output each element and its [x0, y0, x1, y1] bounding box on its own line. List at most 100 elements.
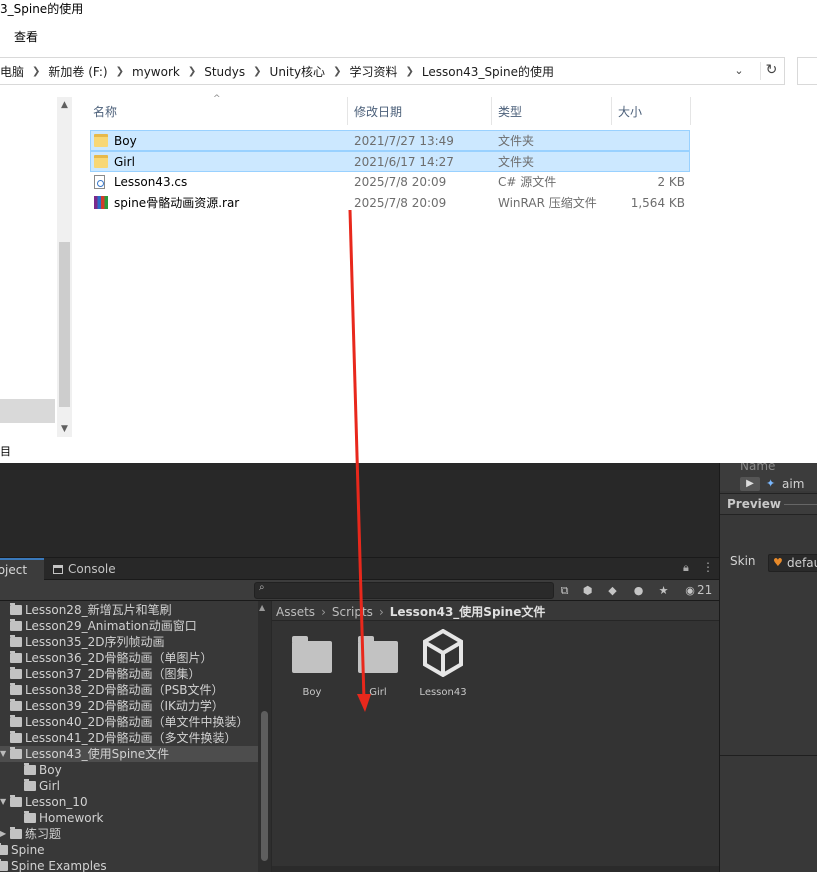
scroll-down-icon[interactable]: ▼ [57, 424, 72, 434]
tree-item[interactable]: Spine Examples [0, 858, 258, 872]
breadcrumb-assets[interactable]: Assets [276, 605, 315, 619]
tree-scrollbar[interactable]: ▲ [258, 601, 271, 872]
tree-item[interactable]: Boy [0, 762, 258, 778]
create-icon[interactable]: ⧉ [556, 582, 573, 599]
tree-item-label: Lesson43_使用Spine文件 [25, 747, 170, 761]
search-box[interactable] [797, 57, 817, 85]
tree-item[interactable]: Lesson41_2D骨骼动画（多文件换装） [0, 730, 258, 746]
scroll-up-icon[interactable]: ▲ [259, 603, 265, 612]
folder-icon [94, 155, 108, 168]
breadcrumb-scripts[interactable]: Scripts [332, 605, 373, 619]
expand-right-icon[interactable]: ▶ [0, 826, 6, 842]
breadcrumb-item[interactable]: Lesson43_Spine的使用 [422, 63, 554, 80]
column-divider[interactable] [611, 97, 612, 125]
tree-item[interactable]: ▼ Lesson_10 [0, 794, 258, 810]
column-date[interactable]: 修改日期 [354, 103, 402, 120]
column-type[interactable]: 类型 [498, 103, 522, 120]
log-filter-icon[interactable]: ● [630, 582, 647, 599]
file-type: 文件夹 [498, 134, 535, 148]
menu-view[interactable]: 查看 [14, 28, 38, 45]
tree-item[interactable]: Lesson38_2D骨骼动画（PSB文件） [0, 682, 258, 698]
tab-project[interactable]: Project [0, 558, 44, 580]
breadcrumb-current[interactable]: Lesson43_使用Spine文件 [390, 605, 546, 619]
filter-by-label-icon[interactable]: ◆ [604, 582, 621, 599]
asset-lesson43[interactable]: Lesson43 [411, 628, 475, 698]
tree-item[interactable]: ▶ 练习题 [0, 826, 258, 842]
scroll-up-icon[interactable]: ▲ [57, 100, 72, 110]
file-date: 2025/7/8 20:09 [354, 196, 447, 210]
scroll-thumb[interactable] [59, 242, 70, 407]
file-list: ^ 名称 修改日期 类型 大小 Boy 2021/7/27 13:49 文件夹 … [88, 94, 693, 214]
tree-item-label: Homework [39, 811, 104, 825]
address-bar[interactable]: 电脑 ❯ 新加卷 (F:) ❯ mywork ❯ Studys ❯ Unity核… [0, 57, 785, 85]
tab-console[interactable]: Console [53, 558, 133, 580]
refresh-icon[interactable]: ↻ [760, 62, 778, 80]
tree-item[interactable]: Lesson40_2D骨骼动画（单文件中换装） [0, 714, 258, 730]
tree-item[interactable]: Lesson29_Animation动画窗口 [0, 618, 258, 634]
column-size[interactable]: 大小 [618, 103, 642, 120]
file-name: Boy [114, 134, 137, 148]
chevron-right-icon[interactable]: ❯ [116, 66, 124, 77]
chevron-down-icon[interactable]: ⌄ [732, 64, 746, 78]
asset-browser[interactable]: Assets › Scripts › Lesson43_使用Spine文件 Boy Gi… [272, 601, 719, 872]
chevron-right-icon[interactable]: ❯ [188, 66, 196, 77]
filter-by-type-icon[interactable]: ⬢ [579, 582, 596, 599]
tab-console-label: Console [68, 562, 116, 576]
breadcrumb-item[interactable]: 电脑 [0, 63, 24, 80]
folder-icon [10, 699, 22, 711]
expand-down-icon[interactable]: ▼ [0, 794, 6, 810]
file-row-spine-rar[interactable]: spine骨骼动画资源.rar 2025/7/8 20:09 WinRAR 压缩… [88, 193, 693, 214]
asset-label: Girl [369, 687, 387, 698]
status-text: 目 [0, 445, 11, 458]
tree-item[interactable]: Homework [0, 810, 258, 826]
project-search-input[interactable]: ⌕ [254, 582, 554, 599]
column-divider[interactable] [690, 97, 691, 125]
column-divider[interactable] [491, 97, 492, 125]
chevron-right-icon[interactable]: ❯ [32, 66, 40, 77]
column-name[interactable]: 名称 [93, 103, 117, 120]
file-row-girl[interactable]: Girl 2021/6/17 14:27 文件夹 [90, 151, 690, 172]
lock-icon[interactable]: 🔒︎ [683, 561, 689, 575]
tree-item[interactable]: Lesson28_新增瓦片和笔刷 [0, 602, 258, 618]
tree-item[interactable]: Lesson35_2D序列帧动画 [0, 634, 258, 650]
asset-boy[interactable]: Boy [280, 631, 344, 698]
tree-item[interactable]: ▼ Lesson43_使用Spine文件 [0, 746, 258, 762]
more-options-icon[interactable]: ⋮ [702, 560, 714, 574]
expand-down-icon[interactable]: ▼ [0, 746, 6, 762]
breadcrumb: 电脑 ❯ 新加卷 (F:) ❯ mywork ❯ Studys ❯ Unity核… [0, 63, 554, 80]
skin-dropdown[interactable]: ♥ default [768, 554, 817, 572]
preview-header[interactable]: Preview [720, 493, 817, 515]
column-headers: ^ 名称 修改日期 类型 大小 [88, 94, 693, 125]
file-name: Girl [114, 155, 135, 169]
tree-item[interactable]: Lesson37_2D骨骼动画（图集） [0, 666, 258, 682]
folder-icon [24, 811, 36, 823]
visibility-eye-icon[interactable]: ◉ [683, 582, 697, 599]
chevron-right-icon[interactable]: ❯ [253, 66, 261, 77]
chevron-right-icon[interactable]: ❯ [333, 66, 341, 77]
scroll-thumb[interactable] [261, 711, 268, 861]
tree-item-label: Lesson36_2D骨骼动画（单图片） [25, 651, 213, 665]
file-row-boy[interactable]: Boy 2021/7/27 13:49 文件夹 [90, 130, 690, 151]
file-size: 1,564 KB [630, 196, 685, 210]
breadcrumb-item[interactable]: mywork [132, 65, 180, 79]
nav-scrollbar[interactable]: ▲ ▼ [57, 97, 72, 437]
folder-icon [10, 747, 22, 759]
name-label: Name [740, 463, 776, 473]
nav-selected-item[interactable] [0, 399, 55, 423]
tree-item[interactable]: Lesson39_2D骨骼动画（IK动力学） [0, 698, 258, 714]
asset-girl[interactable]: Girl [346, 631, 410, 698]
breadcrumb-item[interactable]: 新加卷 (F:) [48, 63, 107, 80]
favorite-star-icon[interactable]: ★ [655, 582, 672, 599]
breadcrumb-item[interactable]: Unity核心 [270, 63, 326, 80]
breadcrumb-item[interactable]: 学习资料 [349, 63, 397, 80]
tree-item[interactable]: Lesson36_2D骨骼动画（单图片） [0, 650, 258, 666]
file-row-lesson43-cs[interactable]: Lesson43.cs 2025/7/8 20:09 C# 源文件 2 KB [88, 172, 693, 193]
scene-area[interactable] [0, 463, 719, 558]
chevron-right-icon[interactable]: ❯ [405, 66, 413, 77]
play-icon[interactable]: ▶ [740, 477, 760, 491]
skin-label: Skin [730, 554, 756, 568]
tree-item[interactable]: Spine [0, 842, 258, 858]
tree-item[interactable]: Girl [0, 778, 258, 794]
breadcrumb-item[interactable]: Studys [204, 65, 245, 79]
column-divider[interactable] [347, 97, 348, 125]
